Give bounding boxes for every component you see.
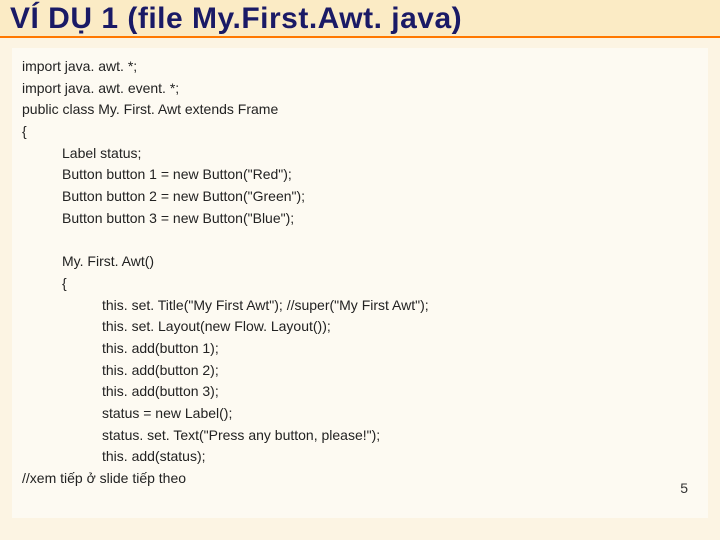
code-line: this. add(button 1); [22,338,698,360]
code-line: public class My. First. Awt extends Fram… [22,99,698,121]
code-block: import java. awt. *; import java. awt. e… [12,48,708,518]
code-line: this. set. Layout(new Flow. Layout()); [22,316,698,338]
code-line: status. set. Text("Press any button, ple… [22,425,698,447]
code-line: { [22,273,698,295]
code-line: this. add(button 2); [22,360,698,382]
code-line: Button button 1 = new Button("Red"); [22,164,698,186]
slide-title-bar: VÍ DỤ 1 (file My.First.Awt. java) [0,0,720,38]
code-line: Button button 3 = new Button("Blue"); [22,208,698,230]
code-line: import java. awt. *; [22,56,698,78]
slide-title: VÍ DỤ 1 (file My.First.Awt. java) [10,2,710,36]
code-line: //xem tiếp ở slide tiếp theo [22,468,698,490]
code-line: this. add(button 3); [22,381,698,403]
code-line: this. add(status); [22,446,698,468]
code-line: status = new Label(); [22,403,698,425]
code-line: this. set. Title("My First Awt"); //supe… [22,295,698,317]
code-line: import java. awt. event. *; [22,78,698,100]
code-line: My. First. Awt() [22,251,698,273]
page-number: 5 [680,478,688,500]
code-line: Label status; [22,143,698,165]
code-line: Button button 2 = new Button("Green"); [22,186,698,208]
code-line [22,230,698,252]
code-line: { [22,121,698,143]
